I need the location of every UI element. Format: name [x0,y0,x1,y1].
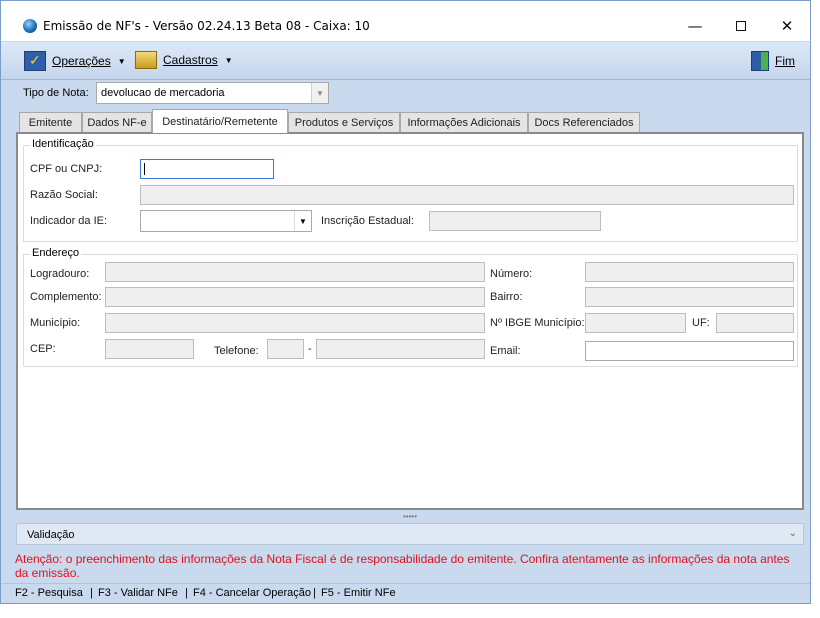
shortcut-separator: | [313,587,316,599]
shortcut-separator: | [185,587,188,599]
fim-label: Fim [775,54,795,68]
tipo-nota-value: devolucao de mercadoria [101,87,225,99]
validacao-label: Validação [27,529,75,541]
tab-dados-nfe[interactable]: Dados NF-e [82,112,152,132]
municipio-input[interactable] [105,313,485,333]
main-window: Emissão de NF's - Versão 02.24.13 Beta 0… [0,0,811,604]
indicador-ie-label: Indicador da IE: [30,215,108,227]
shortcut-f3: F3 - Validar NFe [98,587,178,599]
inscricao-estadual-input[interactable] [429,211,601,231]
chevron-down-icon[interactable]: ⌄ [789,528,797,539]
exit-door-icon [751,51,769,71]
municipio-label: Município: [30,317,81,329]
identificacao-title: Identificação [30,138,96,150]
inscricao-estadual-label: Inscrição Estadual: [321,215,414,227]
splitter-handle[interactable]: ••••• [16,513,804,523]
razao-social-label: Razão Social: [30,189,98,201]
shortcut-f4: F4 - Cancelar Operação [193,587,311,599]
maximize-button[interactable] [718,11,764,41]
close-icon: ✕ [780,17,794,35]
warning-message: Atenção: o preenchimento das informações… [15,552,790,580]
shortcut-bar: F2 - Pesquisa | F3 - Validar NFe | F4 - … [1,583,810,603]
telefone-separator: - [308,343,312,355]
endereco-group: Endereço Logradouro: Número: Complemento… [23,247,798,367]
logradouro-input[interactable] [105,262,485,282]
cep-label: CEP: [30,343,56,355]
tipo-nota-label: Tipo de Nota: [23,87,89,99]
chevron-down-icon: ▼ [117,56,126,66]
chevron-down-icon[interactable]: ▼ [294,211,311,231]
email-input[interactable] [585,341,794,361]
tab-docs-referenciados[interactable]: Docs Referenciados [528,112,640,132]
identificacao-group: Identificação CPF ou CNPJ: Razão Social:… [23,138,798,242]
tab-info-adicionais[interactable]: Informações Adicionais [400,112,528,132]
cadastros-menu[interactable]: Cadastros ▼ [135,51,233,69]
close-button[interactable]: ✕ [764,11,810,41]
cadastros-label: Cadastros [163,53,218,67]
ibge-label: Nº IBGE Município: [490,317,585,329]
maximize-icon [736,21,746,31]
window-title: Emissão de NF's - Versão 02.24.13 Beta 0… [43,19,370,33]
shortcut-separator: | [90,587,93,599]
chevron-down-icon: ▼ [224,55,233,65]
numero-label: Número: [490,268,533,280]
bairro-label: Bairro: [490,291,523,303]
tipo-nota-select[interactable]: devolucao de mercadoria ▼ [96,82,329,104]
tab-produtos[interactable]: Produtos e Serviços [288,112,400,132]
minimize-icon: — [687,17,703,35]
indicador-ie-select[interactable]: ▼ [140,210,312,232]
app-globe-icon [23,19,37,33]
razao-social-input[interactable] [140,185,794,205]
title-bar: Emissão de NF's - Versão 02.24.13 Beta 0… [1,1,810,41]
telefone-ddd-input[interactable] [267,339,304,359]
shortcut-f5: F5 - Emitir NFe [321,587,396,599]
operacoes-label: Operações [52,54,111,68]
minimize-button[interactable]: — [672,11,718,41]
fim-button[interactable]: Fim [751,51,795,71]
complemento-label: Complemento: [30,291,102,303]
bairro-input[interactable] [585,287,794,307]
telefone-label: Telefone: [214,345,259,357]
ibge-input[interactable] [585,313,686,333]
telefone-input[interactable] [316,339,485,359]
logradouro-label: Logradouro: [30,268,90,280]
tab-emitente[interactable]: Emitente [19,112,82,132]
cep-input[interactable] [105,339,194,359]
chevron-down-icon[interactable]: ▼ [311,83,328,103]
checklist-icon [24,51,46,71]
endereco-title: Endereço [30,247,82,259]
cpf-cnpj-input[interactable] [140,159,274,179]
complemento-input[interactable] [105,287,485,307]
cards-icon [135,51,157,69]
uf-label: UF: [692,317,710,329]
validacao-panel[interactable]: Validação ⌄ [16,523,804,545]
email-label: Email: [490,345,521,357]
menu-bar: Operações ▼ Cadastros ▼ Fim [1,42,810,80]
uf-input[interactable] [716,313,794,333]
operacoes-menu[interactable]: Operações ▼ [24,51,126,71]
destinatario-panel: Identificação CPF ou CNPJ: Razão Social:… [16,132,804,510]
cpf-label: CPF ou CNPJ: [30,163,103,175]
shortcut-f2: F2 - Pesquisa [15,587,83,599]
tab-destinatario[interactable]: Destinatário/Remetente [152,109,288,133]
numero-input[interactable] [585,262,794,282]
